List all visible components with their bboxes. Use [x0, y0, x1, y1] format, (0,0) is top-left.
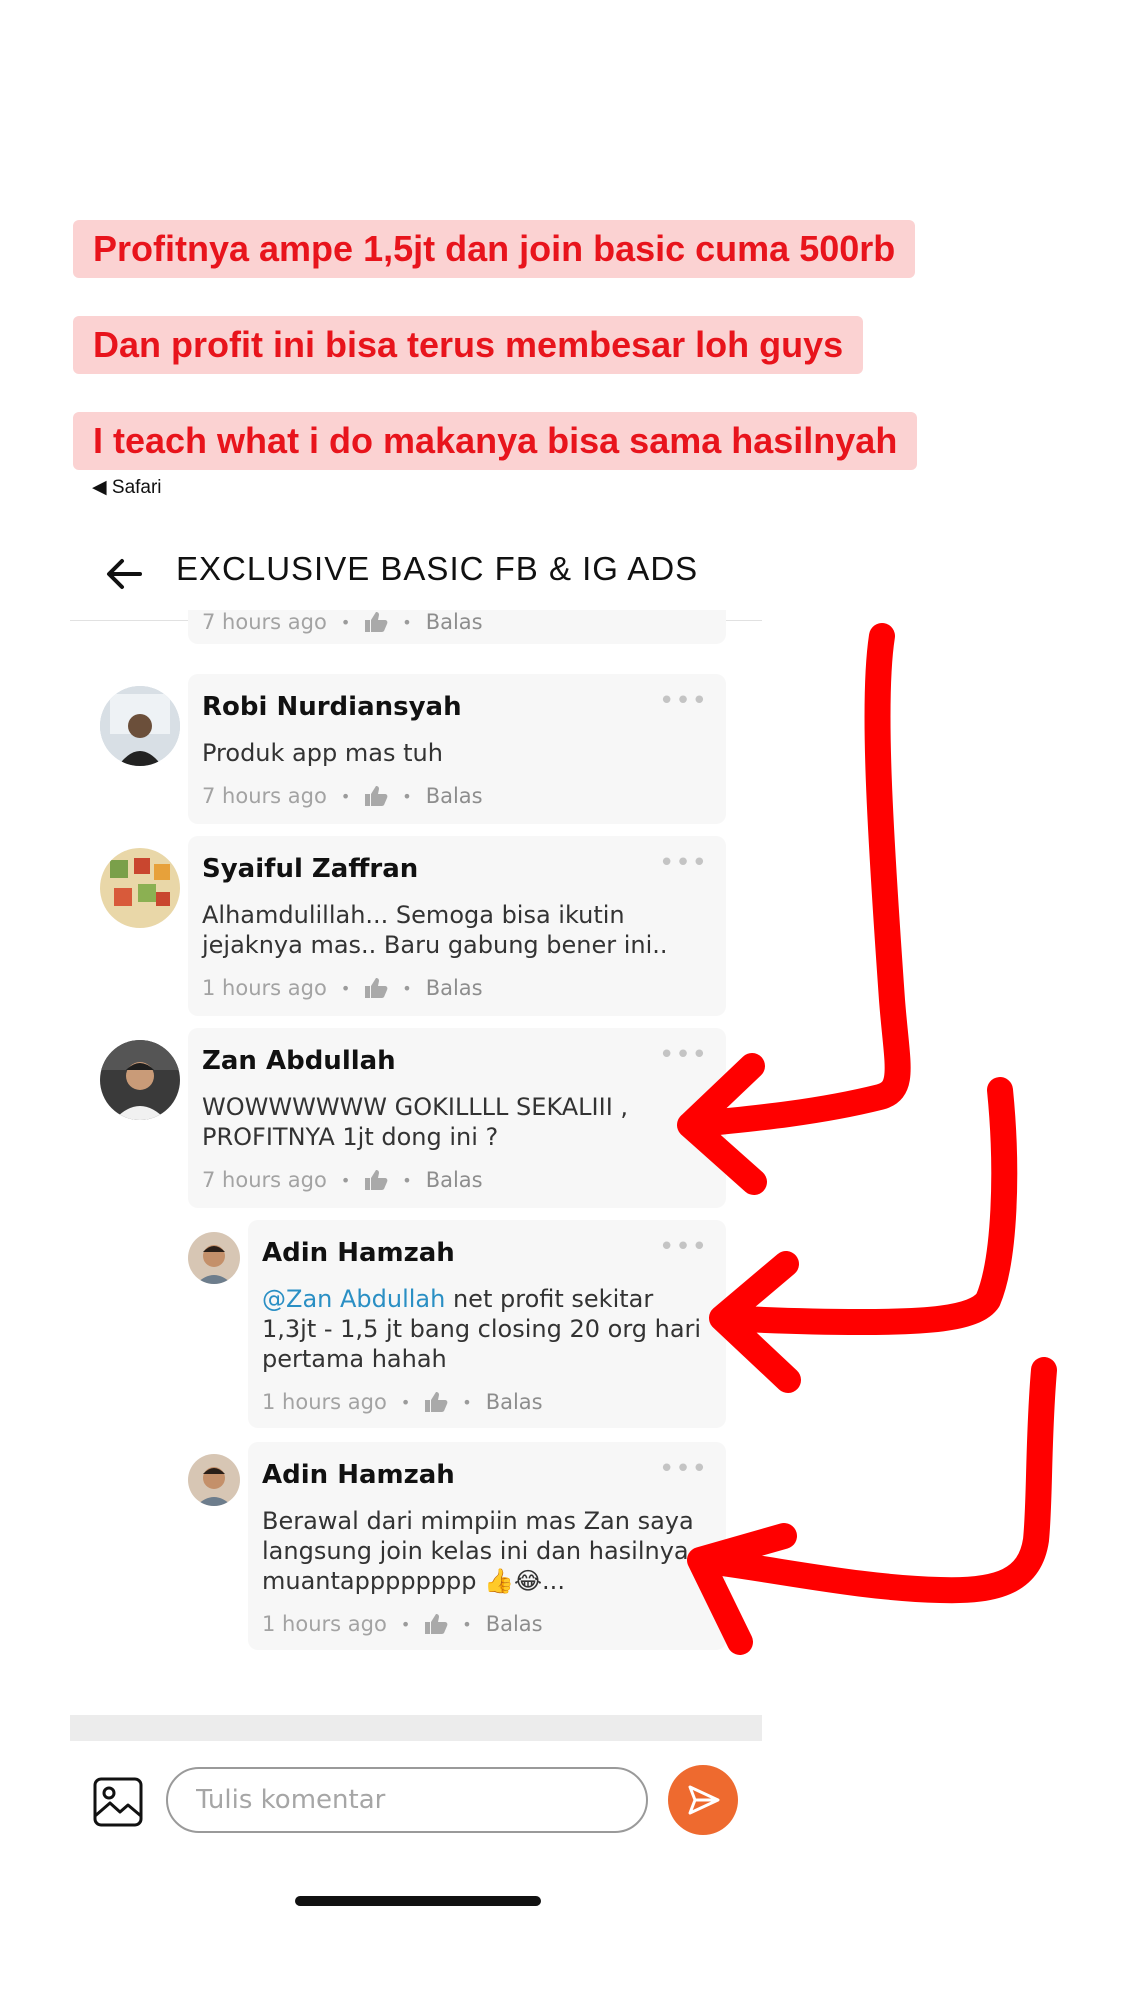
separator-dot: •	[402, 978, 412, 998]
image-icon[interactable]	[92, 1776, 144, 1828]
send-button[interactable]	[668, 1765, 738, 1835]
comment-author[interactable]: Zan Abdullah	[202, 1046, 396, 1076]
like-icon[interactable]	[424, 1391, 448, 1413]
comment-time: 1 hours ago	[202, 976, 327, 1000]
reply-link[interactable]: Balas	[426, 1168, 483, 1192]
mention-link[interactable]: @Zan Abdullah	[262, 1285, 445, 1313]
avatar[interactable]	[188, 1454, 240, 1506]
send-icon	[688, 1785, 720, 1815]
reply-link[interactable]: Balas	[426, 610, 483, 634]
comment-meta: 7 hours ago • • Balas	[202, 784, 483, 808]
comment-time: 7 hours ago	[202, 610, 327, 634]
separator-dot: •	[340, 612, 351, 632]
reply-link[interactable]: Balas	[486, 1390, 543, 1414]
separator-dot: •	[340, 978, 351, 998]
comment-time: 7 hours ago	[202, 784, 327, 808]
separator-dot: •	[340, 786, 351, 806]
like-icon[interactable]	[364, 785, 388, 807]
separator-dot: •	[402, 786, 412, 806]
comment-composer	[70, 1762, 762, 1842]
reply-time: 1 hours ago	[262, 1612, 387, 1636]
separator-dot: •	[402, 1170, 412, 1190]
page-title: EXCLUSIVE BASIC FB & IG ADS	[176, 550, 699, 587]
reply-link[interactable]: Balas	[486, 1612, 543, 1636]
comment-bubble: Robi Nurdiansyah ••• Produk app mas tuh …	[188, 674, 726, 824]
comment-meta: 7 hours ago • • Balas	[202, 1168, 483, 1192]
comment-text: Alhamdulillah... Semoga bisa ikutin jeja…	[202, 901, 668, 959]
reply-link[interactable]: Balas	[426, 784, 483, 808]
comment-time: 7 hours ago	[202, 1168, 327, 1192]
red-arrow-2	[709, 1077, 1018, 1393]
reply-bubble: Adin Hamzah ••• Berawal dari mimpiin mas…	[248, 1442, 726, 1650]
like-icon[interactable]	[364, 611, 388, 633]
reply-author[interactable]: Adin Hamzah	[262, 1238, 455, 1268]
comment-text: Produk app mas tuh	[202, 739, 443, 767]
comment-bubble-partial: 7 hours ago • • Balas	[188, 610, 726, 644]
bottom-divider	[70, 1715, 762, 1741]
reply-meta: 1 hours ago • • Balas	[262, 1612, 543, 1636]
page-header: EXCLUSIVE BASIC FB & IG ADS	[70, 528, 762, 621]
comment-author[interactable]: Syaiful Zaffran	[202, 854, 418, 884]
avatar[interactable]	[100, 686, 180, 766]
caption-banner-2: Dan profit ini bisa terus membesar loh g…	[73, 316, 864, 374]
more-dots-icon[interactable]: •••	[659, 1456, 708, 1482]
separator-dot: •	[402, 612, 412, 632]
avatar[interactable]	[100, 1040, 180, 1120]
like-icon[interactable]	[364, 1169, 388, 1191]
comment-input[interactable]	[166, 1767, 648, 1833]
comment-meta: 7 hours ago • • Balas	[202, 610, 483, 634]
comment-author[interactable]: Robi Nurdiansyah	[202, 692, 462, 722]
more-dots-icon[interactable]: •••	[659, 688, 708, 714]
like-icon[interactable]	[424, 1613, 448, 1635]
more-dots-icon[interactable]: •••	[659, 1234, 708, 1260]
separator-dot: •	[340, 1170, 351, 1190]
reply-time: 1 hours ago	[262, 1390, 387, 1414]
home-indicator	[295, 1896, 541, 1906]
more-dots-icon[interactable]: •••	[659, 850, 708, 876]
reply-meta: 1 hours ago • • Balas	[262, 1390, 543, 1414]
reply-bubble: Adin Hamzah ••• @Zan Abdullah net profit…	[248, 1220, 726, 1428]
separator-dot: •	[462, 1392, 472, 1412]
comment-bubble: Zan Abdullah ••• WOWWWWWW GOKILLLL SEKAL…	[188, 1028, 726, 1208]
comment-bubble: Syaiful Zaffran ••• Alhamdulillah... Sem…	[188, 836, 726, 1016]
reply-link[interactable]: Balas	[426, 976, 483, 1000]
avatar[interactable]	[100, 848, 180, 928]
reply-text: @Zan Abdullah net profit sekitar 1,3jt -…	[262, 1284, 702, 1374]
caption-banner-1: Profitnya ampe 1,5jt dan join basic cuma…	[73, 220, 916, 278]
reply-author[interactable]: Adin Hamzah	[262, 1460, 455, 1490]
reply-text: Berawal dari mimpiin mas Zan saya langsu…	[262, 1507, 694, 1595]
separator-dot: •	[400, 1392, 411, 1412]
separator-dot: •	[400, 1614, 411, 1634]
status-back-to-safari[interactable]: ◀ Safari	[92, 476, 162, 499]
avatar[interactable]	[188, 1232, 240, 1284]
back-arrow-icon[interactable]	[102, 552, 146, 596]
comment-text: WOWWWWWW GOKILLLL SEKALIII , PROFITNYA 1…	[202, 1093, 629, 1151]
comment-meta: 1 hours ago • • Balas	[202, 976, 483, 1000]
more-dots-icon[interactable]: •••	[659, 1042, 708, 1068]
caption-banner-3: I teach what i do makanya bisa sama hasi…	[73, 412, 918, 470]
like-icon[interactable]	[364, 977, 388, 999]
separator-dot: •	[462, 1614, 472, 1634]
app-screenshot: ◀ Safari EXCLUSIVE BASIC FB & IG ADS 7 h…	[70, 470, 762, 1741]
